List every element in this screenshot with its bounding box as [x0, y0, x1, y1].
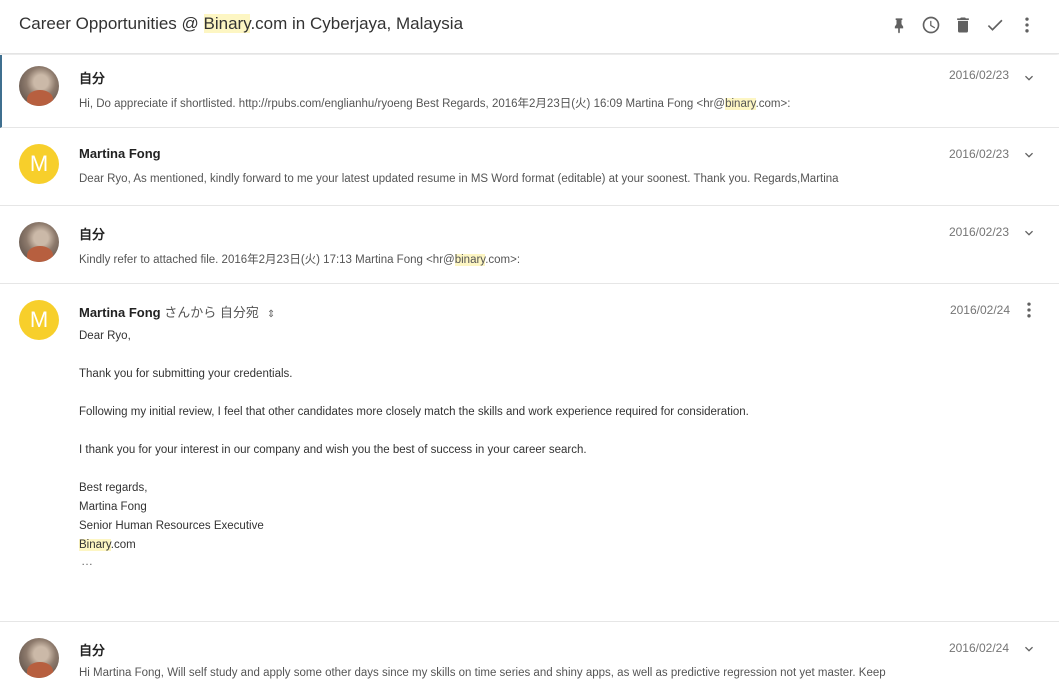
snippet-text: Kindly refer to attached file. 2016年2月23…	[79, 254, 455, 266]
message-collapsed[interactable]: M Martina Fong 2016/02/23 Dear Ryo, As m…	[0, 128, 1059, 206]
chevron-down-icon[interactable]	[1021, 641, 1037, 657]
message-snippet: Kindly refer to attached file. 2016年2月23…	[79, 251, 1039, 267]
trash-icon[interactable]	[947, 13, 979, 37]
avatar: M	[19, 300, 59, 340]
chevron-down-icon[interactable]	[1021, 147, 1037, 163]
message-date: 2016/02/24	[948, 641, 1009, 655]
snippet-text: Hi, Do appreciate if shortlisted. http:/…	[79, 98, 726, 110]
message-date: 2016/02/23	[948, 147, 1009, 161]
subject-highlight: Binary	[203, 14, 251, 33]
thread-actions	[883, 13, 1043, 37]
sender-line: Martina Fong さんから 自分宛 ⇕	[79, 302, 275, 321]
avatar	[19, 66, 59, 106]
sender-name: 自分	[79, 643, 106, 658]
done-check-icon[interactable]	[979, 13, 1011, 37]
snooze-clock-icon[interactable]	[915, 13, 947, 37]
company-highlight: Binary	[79, 539, 111, 551]
signature-line: Best regards,	[79, 482, 148, 494]
subject-text: Career Opportunities @	[19, 14, 204, 33]
signature-line: Senior Human Resources Executive	[79, 520, 264, 532]
message-collapsed[interactable]: 自分 2016/02/23 Kindly refer to attached f…	[0, 206, 1059, 284]
body-line: Thank you for submitting your credential…	[79, 368, 293, 380]
message-collapsed[interactable]: 自分 2016/02/24 Hi Martina Fong, Will self…	[0, 622, 1059, 698]
snippet-text-rest: .com>:	[755, 98, 791, 110]
message-date: 2016/02/23	[948, 68, 1009, 82]
message-collapsed[interactable]: 自分 2016/02/23 Hi, Do appreciate if short…	[0, 55, 1059, 128]
snippet-text-rest: .com>:	[485, 254, 521, 266]
message-snippet: Hi Martina Fong, Will self study and app…	[79, 667, 886, 679]
message-date: 2016/02/24	[949, 303, 1010, 317]
signature-company: Binary.com	[79, 536, 749, 555]
snippet-highlight: binary	[454, 254, 486, 266]
pin-icon[interactable]	[883, 13, 915, 37]
expand-details-icon[interactable]: ⇕	[267, 309, 275, 320]
message-snippet: Dear Ryo, As mentioned, kindly forward t…	[79, 173, 839, 185]
message-expanded: M Martina Fong さんから 自分宛 ⇕ 2016/02/24 Dear…	[0, 284, 1059, 622]
sender-name: 自分	[79, 71, 106, 86]
signature-line: Martina Fong	[79, 501, 147, 513]
sender-name: 自分	[79, 227, 106, 242]
body-line: Following my initial review, I feel that…	[79, 406, 749, 418]
snippet-highlight: binary	[725, 98, 756, 110]
thread-subject: Career Opportunities @ Binary.com in Cyb…	[19, 14, 463, 34]
chevron-down-icon[interactable]	[1021, 70, 1037, 86]
thread-header: Career Opportunities @ Binary.com in Cyb…	[0, 0, 1059, 54]
avatar	[19, 222, 59, 262]
company-suffix: .com	[110, 539, 136, 551]
body-line: I thank you for your interest in our com…	[79, 444, 587, 456]
avatar	[19, 638, 59, 678]
message-snippet: Hi, Do appreciate if shortlisted. http:/…	[79, 95, 1039, 111]
more-vert-icon[interactable]	[1011, 13, 1043, 37]
sender-name: Martina Fong	[79, 305, 161, 320]
sender-name: Martina Fong	[79, 146, 161, 161]
chevron-down-icon[interactable]	[1021, 225, 1037, 241]
body-greeting: Dear Ryo,	[79, 330, 131, 342]
show-trimmed-content-button[interactable]: …	[81, 555, 749, 567]
subject-text-rest: .com in Cyberjaya, Malaysia	[250, 14, 464, 33]
more-vert-icon[interactable]	[1019, 300, 1039, 320]
message-date: 2016/02/23	[948, 225, 1009, 239]
recipient-text: さんから 自分宛	[160, 305, 259, 320]
avatar: M	[19, 144, 59, 184]
message-body: Dear Ryo, Thank you for submitting your …	[79, 327, 749, 567]
